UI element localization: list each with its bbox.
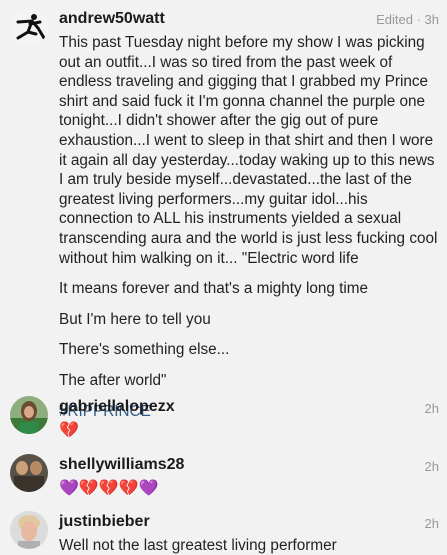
post-username[interactable]: andrew50watt — [59, 10, 165, 28]
comment-text: Well not the last greatest living perfor… — [59, 537, 337, 554]
caption-paragraph: But I'm here to tell you — [59, 310, 211, 328]
comment-username[interactable]: justinbieber — [59, 513, 150, 531]
post-caption: This past Tuesday night before my show I… — [59, 33, 443, 432]
avatar[interactable] — [10, 454, 48, 492]
comment-time: 2h — [424, 401, 439, 416]
comment-username[interactable]: shellywilliams28 — [59, 456, 184, 474]
avatar[interactable] — [10, 8, 48, 46]
dot-separator: · — [416, 12, 425, 27]
caption-paragraph: This past Tuesday night before my show I… — [59, 34, 438, 267]
user-photo-icon — [10, 454, 48, 492]
running-figure-avatar-icon — [10, 8, 48, 46]
comment-time: 2h — [424, 459, 439, 474]
caption-paragraph: The after world" — [59, 371, 167, 389]
edited-label: Edited — [376, 12, 413, 27]
user-photo-icon — [10, 511, 48, 549]
comment-text: 💔 — [59, 422, 79, 439]
caption-paragraph: There's something else... — [59, 341, 230, 359]
post-timestamp: Edited · 3h — [376, 12, 439, 27]
comment-username[interactable]: gabriellalopezx — [59, 398, 175, 416]
avatar[interactable] — [10, 511, 48, 549]
comment-text: 💜💔💔💔💜 — [59, 480, 159, 497]
comment-time: 2h — [424, 516, 439, 531]
avatar[interactable] — [10, 396, 48, 434]
post-time: 3h — [424, 12, 439, 27]
caption-paragraph: It means forever and that's a mighty lon… — [59, 280, 369, 298]
user-photo-icon — [10, 396, 48, 434]
